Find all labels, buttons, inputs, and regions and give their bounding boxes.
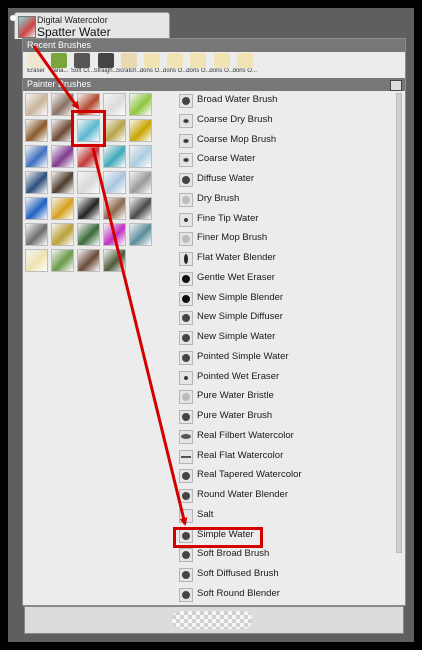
arrow-to-variant bbox=[91, 147, 188, 526]
annotation-arrows bbox=[32, 45, 188, 526]
arrow-to-category bbox=[32, 45, 80, 110]
